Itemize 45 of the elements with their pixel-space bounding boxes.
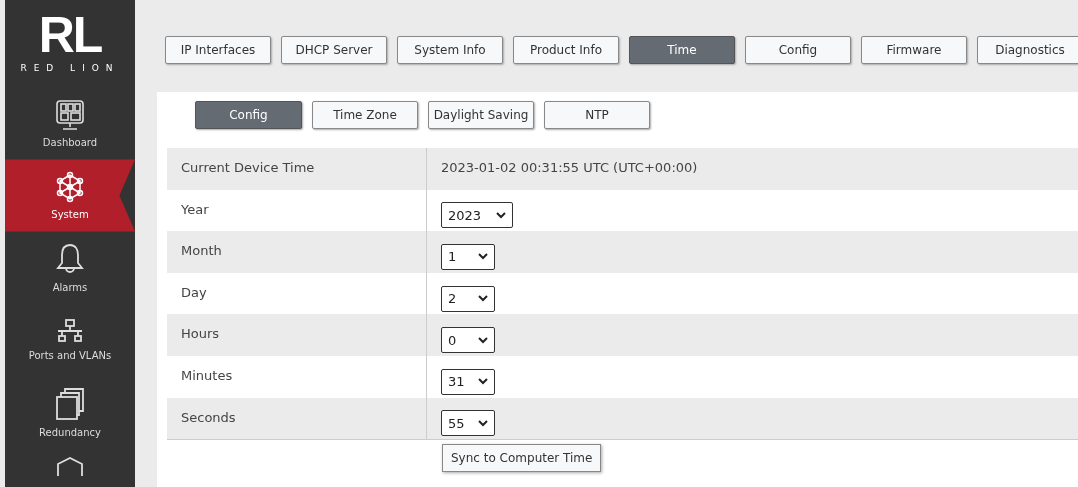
chevron-down-icon bbox=[496, 211, 506, 219]
logo-mark: RL bbox=[38, 11, 102, 60]
table-cell: 2023-01-02 00:31:55 UTC (UTC+00:00) bbox=[441, 160, 698, 175]
dropdown[interactable]: 31 bbox=[441, 368, 495, 395]
tab[interactable]: System Info bbox=[397, 36, 503, 64]
subtab[interactable]: NTP bbox=[544, 101, 650, 129]
sidebar-item[interactable]: Dashboard bbox=[5, 87, 135, 160]
subtab[interactable]: Config bbox=[195, 101, 302, 129]
tab[interactable]: DHCP Server bbox=[281, 36, 387, 64]
field-label: Year bbox=[181, 201, 209, 217]
field-label: Day bbox=[181, 284, 207, 300]
tab[interactable]: Product Info bbox=[513, 36, 619, 64]
sidebar-item[interactable]: Alarms bbox=[5, 231, 135, 304]
dropdown[interactable]: 1 bbox=[441, 244, 495, 270]
chevron-down-icon bbox=[478, 378, 488, 386]
tab[interactable]: IP Interfaces bbox=[165, 36, 271, 64]
tab[interactable]: Config bbox=[745, 36, 851, 64]
field-label: Minutes bbox=[181, 367, 233, 383]
stacked-squares-icon bbox=[55, 386, 85, 421]
dashboard-icon bbox=[55, 98, 85, 131]
sidebar-item[interactable]: System bbox=[5, 159, 135, 232]
chevron-down-icon bbox=[478, 419, 488, 427]
subtab[interactable]: Time Zone bbox=[312, 101, 418, 129]
dropdown[interactable]: 2 bbox=[441, 285, 495, 312]
tab[interactable]: Firmware bbox=[861, 36, 967, 64]
chevron-down-icon bbox=[478, 253, 488, 261]
tab[interactable]: Diagnostics bbox=[977, 36, 1078, 64]
field-label: Hours bbox=[181, 326, 220, 342]
field-label: Month bbox=[181, 243, 222, 259]
network-nodes-icon bbox=[55, 170, 85, 203]
logo-text: RED LION bbox=[20, 63, 120, 74]
dropdown[interactable]: 0 bbox=[441, 327, 495, 354]
sync-button[interactable]: Sync to Computer Time bbox=[442, 444, 602, 473]
chevron-down-icon bbox=[478, 295, 488, 303]
sidebar-item[interactable]: Redundancy bbox=[5, 376, 135, 449]
tab[interactable]: Time bbox=[629, 36, 735, 64]
network-icon bbox=[55, 318, 85, 345]
subtab[interactable]: Daylight Saving bbox=[428, 101, 534, 129]
field-label: Current Device Time bbox=[181, 160, 315, 175]
sidebar-item[interactable]: Ports and VLANs bbox=[5, 303, 135, 376]
dropdown[interactable]: 55 bbox=[441, 410, 495, 437]
field-label: Seconds bbox=[181, 409, 236, 425]
shield-icon bbox=[55, 456, 85, 477]
chevron-down-icon bbox=[478, 336, 488, 344]
dropdown[interactable]: 2023 bbox=[441, 202, 513, 229]
